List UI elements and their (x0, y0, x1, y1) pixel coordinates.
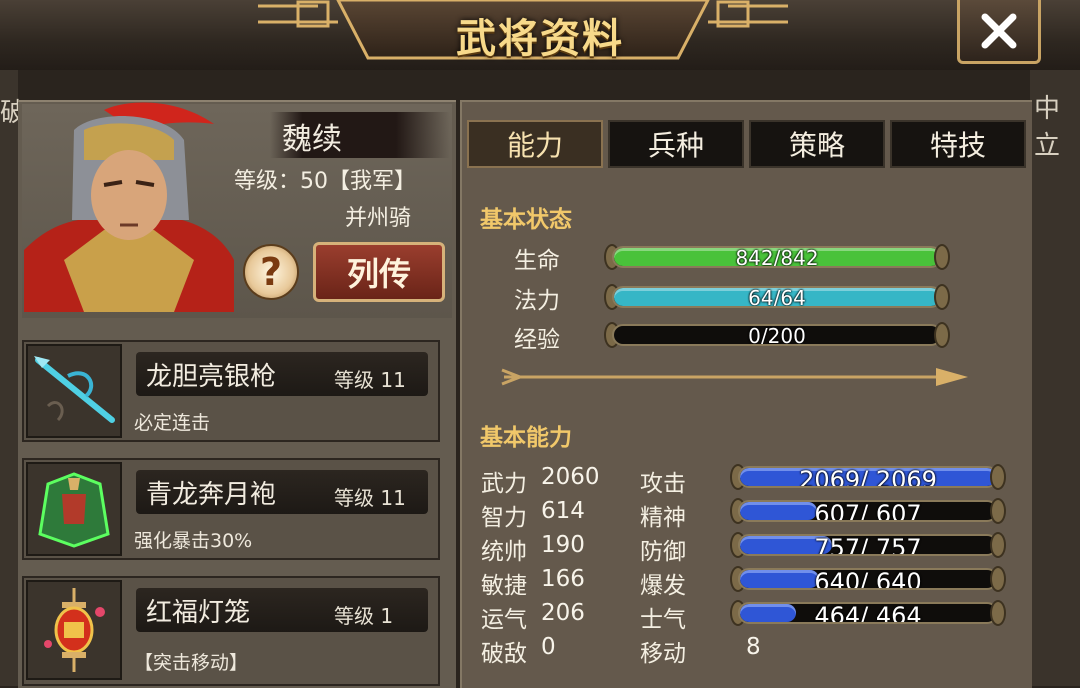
bar-right-cap (990, 498, 1006, 524)
ability-value: 166 (541, 566, 585, 592)
equipment-name: 龙胆亮银枪 (146, 362, 277, 392)
arrow-divider (501, 368, 968, 386)
bar-right-cap (934, 322, 950, 348)
ability-label: 士气 (640, 607, 686, 633)
mp-bar: 64/64 (612, 286, 942, 308)
tab-ability[interactable]: 能力 (467, 120, 603, 168)
attack-bar: 2069/ 2069 (738, 466, 998, 488)
exp-bar: 0/200 (612, 324, 942, 346)
equipment-effect: 【突击移动】 (134, 652, 249, 674)
ability-label: 防御 (640, 539, 686, 565)
question-icon: ? (259, 250, 283, 294)
move-value: 8 (746, 634, 761, 660)
equipment-level: 等级 11 (334, 368, 406, 392)
attack-value: 2069/ 2069 (799, 466, 937, 488)
spirit-bar: 607/ 607 (738, 500, 998, 522)
equipment-effect: 强化暴击30% (134, 530, 253, 552)
mp-label: 法力 (514, 288, 560, 314)
hp-value: 842/842 (735, 246, 819, 268)
tab-strategy[interactable]: 策略 (749, 120, 885, 168)
burst-bar: 640/ 640 (738, 568, 998, 590)
hp-label: 生命 (514, 248, 560, 274)
equipment-slot-armor[interactable]: 青龙奔月袍 等级 11 强化暴击30% (22, 458, 440, 560)
ability-label: 统帅 (481, 539, 527, 565)
ability-label: 武力 (481, 471, 527, 497)
ability-value: 614 (541, 498, 585, 524)
bar-right-cap (934, 284, 950, 310)
equipment-name: 红福灯笼 (146, 598, 251, 628)
equipment-name: 青龙奔月袍 (146, 480, 277, 510)
ability-label: 精神 (640, 505, 686, 531)
ability-value: 0 (541, 634, 556, 660)
ability-value: 2060 (541, 464, 600, 490)
ability-label: 爆发 (640, 573, 686, 599)
background-left-edge (0, 70, 18, 686)
hero-unit-type: 并州骑 (345, 206, 412, 231)
move-label: 移动 (640, 641, 686, 667)
basic-ability-title: 基本能力 (480, 425, 572, 451)
bar-right-cap (990, 464, 1006, 490)
equipment-level: 等级 11 (334, 486, 406, 510)
biography-button[interactable]: 列传 (313, 242, 445, 302)
equipment-level: 等级 1 (334, 604, 394, 628)
morale-value: 464/ 464 (814, 602, 922, 624)
ability-label: 运气 (481, 607, 527, 633)
spear-icon (26, 344, 122, 438)
morale-bar: 464/ 464 (738, 602, 998, 624)
close-button[interactable] (957, 0, 1041, 64)
hero-level: 等级：50【我军】 (234, 169, 416, 194)
equipment-slot-accessory[interactable]: 红福灯笼 等级 1 【突击移动】 (22, 576, 440, 686)
spirit-value: 607/ 607 (814, 500, 922, 522)
ability-label: 破敌 (481, 641, 527, 667)
hp-bar: 842/842 (612, 246, 942, 268)
ability-label: 敏捷 (481, 573, 527, 599)
tab-skills[interactable]: 特技 (890, 120, 1026, 168)
background-right-edge (1030, 70, 1080, 686)
equipment-slot-weapon[interactable]: 龙胆亮银枪 等级 11 必定连击 (22, 340, 440, 442)
burst-value: 640/ 640 (814, 568, 922, 590)
window-title: 武将资料 (456, 16, 624, 62)
bar-right-cap (990, 532, 1006, 558)
background-right-text: 中立 (1034, 94, 1061, 161)
exp-label: 经验 (514, 327, 560, 353)
hero-name: 魏续 (282, 122, 342, 157)
close-icon (981, 13, 1017, 48)
basic-status-title: 基本状态 (480, 207, 572, 233)
robe-icon (26, 462, 122, 556)
exp-value: 0/200 (748, 324, 806, 346)
bar-right-cap (990, 600, 1006, 626)
help-button[interactable]: ? (243, 244, 299, 300)
mp-value: 64/64 (748, 286, 806, 308)
hero-portrait (24, 102, 234, 312)
ability-value: 190 (541, 532, 585, 558)
bar-right-cap (990, 566, 1006, 592)
equipment-effect: 必定连击 (134, 412, 211, 434)
ability-label: 智力 (481, 505, 527, 531)
defense-value: 757/ 757 (814, 534, 922, 556)
lantern-icon (26, 580, 122, 680)
defense-bar: 757/ 757 (738, 534, 998, 556)
bar-right-cap (934, 244, 950, 270)
ability-value: 206 (541, 600, 585, 626)
tab-troops[interactable]: 兵种 (608, 120, 744, 168)
ability-label: 攻击 (640, 471, 686, 497)
